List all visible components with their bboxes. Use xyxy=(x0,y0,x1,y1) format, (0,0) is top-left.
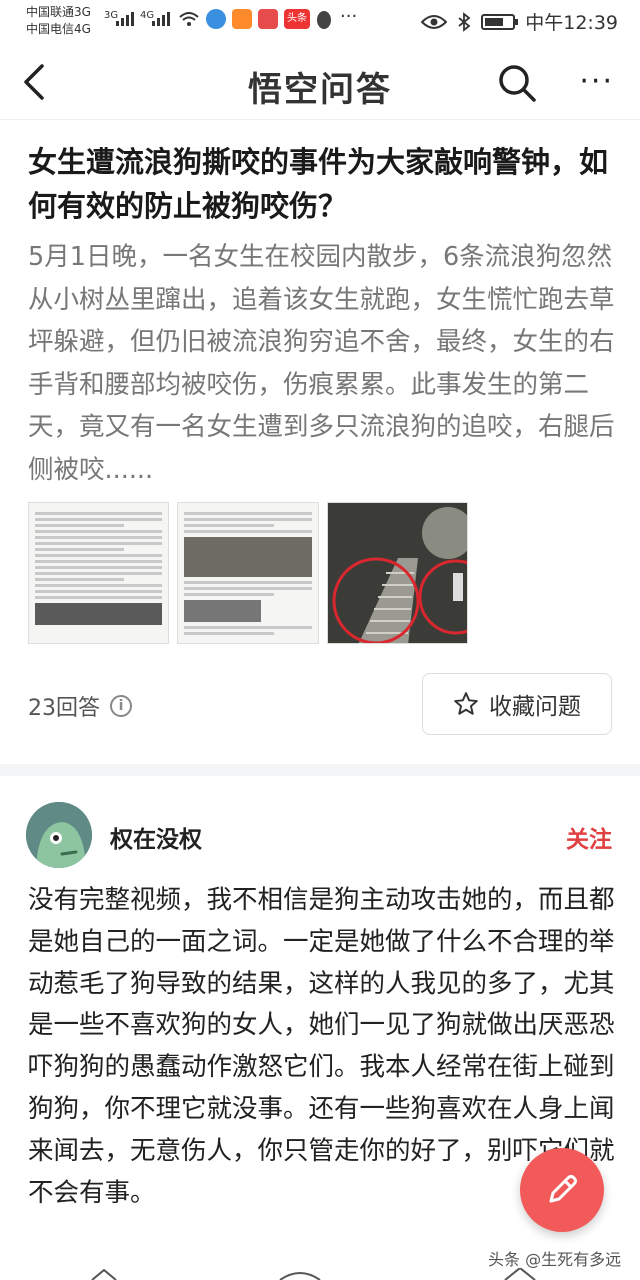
carrier-1: 中国联通3G xyxy=(26,5,91,19)
clock: 中午12:39 xyxy=(525,12,618,34)
surveillance-footage-image[interactable] xyxy=(326,502,469,644)
qq-icon xyxy=(317,11,331,29)
avatar[interactable] xyxy=(26,802,92,868)
calendar-app-icon xyxy=(258,9,278,29)
status-right: 中午12:39 xyxy=(421,8,618,35)
question-images xyxy=(28,502,469,644)
carrier-info: 中国联通3G 中国电信4G xyxy=(26,4,91,38)
app-notification-icon xyxy=(206,9,226,29)
surveillance-scene xyxy=(327,503,468,643)
eye-icon xyxy=(421,14,448,29)
signal-bars-1-icon xyxy=(116,10,134,26)
carrier-2: 中国电信4G xyxy=(26,22,91,36)
avatar-image xyxy=(26,802,92,868)
favorite-label: 收藏问题 xyxy=(489,694,581,720)
signal-bars-2-icon xyxy=(152,10,170,26)
wifi-icon xyxy=(179,12,199,26)
nav-bar: 悟空问答 ··· xyxy=(0,44,640,120)
question-title[interactable]: 女生遭流浪狗撕咬的事件为大家敲响警钟，如何有效的防止被狗咬伤？ xyxy=(28,140,618,228)
more-options-icon[interactable]: ··· xyxy=(579,64,614,99)
page-title: 悟空问答 xyxy=(248,70,392,110)
bluetooth-icon xyxy=(458,11,471,32)
section-divider xyxy=(0,764,640,776)
favorite-question-button[interactable]: 收藏问题 xyxy=(422,673,612,735)
pencil-icon xyxy=(549,1175,577,1203)
question-footer: 23回答 i 收藏问题 xyxy=(0,670,640,750)
info-icon[interactable]: i xyxy=(110,695,132,717)
write-answer-button[interactable] xyxy=(520,1148,604,1232)
question-description[interactable]: 5月1日晚，一名女生在校园内散步，6条流浪狗忽然从小树丛里蹿出，追着该女生就跑，… xyxy=(28,236,618,491)
watermark: 头条 @生死有多远 xyxy=(488,1250,622,1269)
search-icon[interactable] xyxy=(496,62,538,104)
news-screenshot-image-1[interactable] xyxy=(28,502,170,644)
author-name[interactable]: 权在没权 xyxy=(110,820,202,854)
answer-count-label: 23回答 xyxy=(28,696,100,721)
battery-icon xyxy=(481,13,519,30)
answer-count[interactable]: 23回答 i xyxy=(28,690,132,722)
more-notifications-icon: ··· xyxy=(340,6,358,27)
follow-button[interactable]: 关注 xyxy=(566,820,612,854)
video-app-icon xyxy=(232,9,252,29)
bottom-action-icons-peek xyxy=(91,1268,536,1280)
news-screenshot-image-2[interactable] xyxy=(177,502,319,644)
answer-author: 权在没权 关注 xyxy=(26,802,626,868)
star-icon xyxy=(454,692,478,715)
toutiao-badge: 头条 xyxy=(284,9,310,29)
status-bar: 中国联通3G 中国电信4G 3G 4G 头条 ··· 中午12:39 xyxy=(0,0,640,44)
